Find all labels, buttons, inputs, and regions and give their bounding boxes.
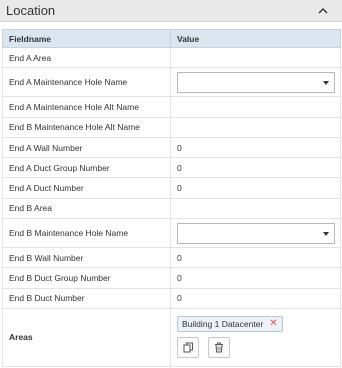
field-label: Areas (2, 308, 171, 367)
field-value[interactable] (170, 117, 341, 138)
field-label: End B Maintenance Hole Alt Name (2, 117, 171, 138)
field-value[interactable]: 0 (170, 267, 341, 289)
table-row: End B Area (2, 198, 341, 220)
copy-icon (183, 342, 193, 353)
area-actions (177, 337, 334, 359)
field-value[interactable]: 0 (170, 137, 341, 159)
remove-area-icon[interactable]: ✕ (269, 319, 277, 329)
table-row: End B Maintenance Hole Alt Name (2, 117, 341, 138)
delete-area-button[interactable] (208, 337, 230, 359)
column-header-value: Value (170, 29, 341, 48)
caret-down-icon (323, 231, 329, 236)
field-label: End A Wall Number (2, 137, 171, 159)
field-value[interactable] (170, 198, 341, 220)
field-label: End A Duct Number (2, 177, 171, 199)
field-value[interactable]: 0 (170, 288, 341, 309)
table-row: End A Area (2, 47, 341, 69)
panel-title: Location (6, 3, 56, 18)
field-label: End A Maintenance Hole Alt Name (2, 96, 171, 118)
trash-icon (215, 342, 223, 353)
table-row: End B Duct Group Number 0 (2, 267, 341, 289)
table-row: End A Duct Number 0 (2, 177, 341, 199)
table-row: End A Duct Group Number 0 (2, 157, 341, 179)
field-label: End B Duct Group Number (2, 267, 171, 289)
table-row: Areas Building 1 Datacenter ✕ (2, 308, 341, 367)
field-value[interactable] (170, 96, 341, 118)
field-value[interactable]: 0 (170, 247, 341, 269)
field-value[interactable]: 0 (170, 177, 341, 199)
table-row: End B Wall Number 0 (2, 247, 341, 269)
area-chip: Building 1 Datacenter ✕ (177, 316, 283, 333)
chevron-up-icon (318, 8, 328, 14)
table-row: End B Maintenance Hole Name (2, 218, 341, 249)
area-chip-label: Building 1 Datacenter (182, 319, 264, 330)
field-label: End B Duct Number (2, 288, 171, 309)
table-row: End A Maintenance Hole Alt Name (2, 96, 341, 118)
property-grid: Fieldname Value End A Area End A Mainten… (2, 29, 341, 367)
field-label: End A Duct Group Number (2, 157, 171, 179)
field-label: End B Wall Number (2, 247, 171, 269)
end-b-maintenance-hole-select[interactable] (177, 222, 335, 244)
copy-area-button[interactable] (177, 337, 199, 359)
field-value[interactable]: 0 (170, 157, 341, 179)
end-a-maintenance-hole-select[interactable] (177, 71, 335, 93)
collapse-button[interactable] (316, 4, 330, 18)
field-label: End A Area (2, 47, 171, 69)
field-value[interactable] (170, 47, 341, 69)
table-row: End A Wall Number 0 (2, 137, 341, 159)
field-label: End A Maintenance Hole Name (2, 67, 171, 98)
table-row: End B Duct Number 0 (2, 288, 341, 309)
areas-value-cell: Building 1 Datacenter ✕ (170, 308, 341, 367)
panel-header: Location (0, 0, 342, 22)
column-header-fieldname: Fieldname (2, 29, 171, 48)
caret-down-icon (323, 80, 329, 85)
field-label: End B Maintenance Hole Name (2, 218, 171, 249)
field-label: End B Area (2, 198, 171, 220)
table-row: End A Maintenance Hole Name (2, 67, 341, 98)
